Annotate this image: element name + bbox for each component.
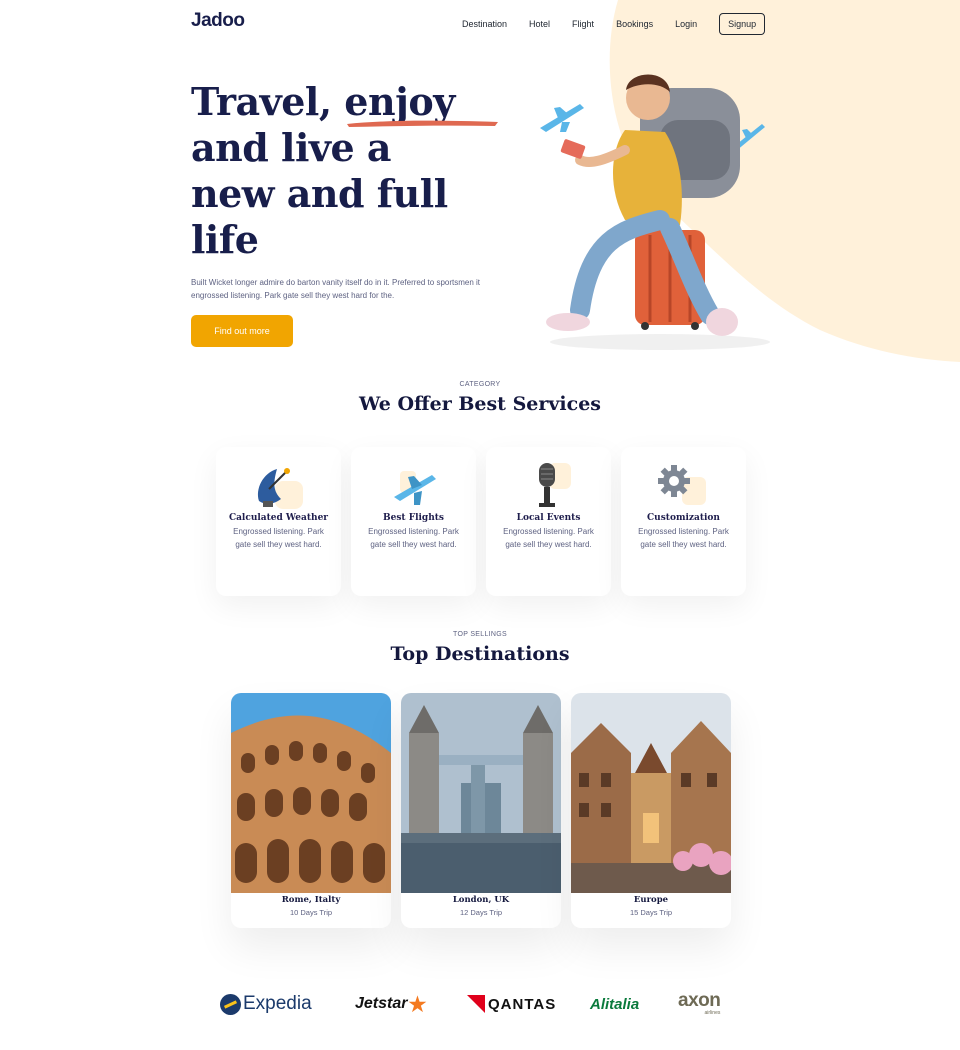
service-card[interactable]: Local Events Engrossed listening. Park g… [486,447,611,596]
destination-card[interactable]: Rome, Italty 10 Days Trip [231,693,391,928]
destination-name: Europe [633,895,669,905]
star-icon: ★ [408,993,427,1016]
gear-icon [658,465,706,505]
service-description: Engrossed listening. Park gate sell they… [503,527,594,549]
service-title: Best Flights [383,513,444,523]
partner-name: QANTAS [488,995,557,1013]
expedia-globe-icon [220,993,241,1015]
services-title: We Offer Best Services [358,393,602,415]
traveler-illustration [540,74,770,350]
service-description: Engrossed listening. Park gate sell they… [638,527,729,549]
destination-name: London, UK [452,895,510,905]
partner-tagline: airlines [704,1010,721,1016]
hero-title-line: life [191,217,259,262]
service-description: Engrossed listening. Park gate sell they… [233,527,324,549]
title-underline-decoration [347,120,498,127]
kangaroo-icon [467,995,485,1013]
microphone-icon [539,463,571,507]
brand-logo[interactable]: Jadoo [191,10,245,32]
service-title: Local Events [516,513,581,523]
satellite-dish-icon [257,468,303,509]
partner-name: Expedia [243,993,312,1014]
partner-logo-qantas: QANTAS [467,988,556,1020]
service-description: Engrossed listening. Park gate sell they… [368,527,459,549]
service-title: Calculated Weather [228,513,329,523]
service-card[interactable]: Best Flights Engrossed listening. Park g… [351,447,476,596]
nav-destination[interactable]: Destination [462,14,507,34]
nav-hotel[interactable]: Hotel [529,14,550,34]
services-subtitle: CATEGORY [459,381,501,388]
service-card[interactable]: Customization Engrossed listening. Park … [621,447,746,596]
destination-card[interactable]: London, UK 12 Days Trip [401,693,561,928]
partner-name: axon [678,990,721,1011]
destination-trip-length: 15 Days Trip [629,908,673,917]
hero-title-line: and live a [191,125,392,170]
find-out-more-button[interactable]: Find out more [191,315,293,347]
destination-name: Rome, Italty [281,895,341,905]
partner-name: Jetstar [355,995,408,1012]
partner-logo-axon: axon airlines [678,988,721,1020]
destinations-title: Top Destinations [390,643,570,665]
partner-logo-expedia: Expedia [220,988,312,1020]
hero-title: Travel, enjoy and live a new and full li… [191,79,521,263]
europe-old-town-photo [571,693,731,893]
partner-logo-jetstar: Jetstar ★ [355,988,426,1020]
airplane-icon [394,471,436,505]
destination-card[interactable]: Europe 15 Days Trip [571,693,731,928]
service-card[interactable]: Calculated Weather Engrossed listening. … [216,447,341,596]
hero-title-line: new and full [191,171,448,216]
london-tower-bridge-photo [401,693,561,893]
rome-colosseum-photo [231,693,391,893]
nav-bookings[interactable]: Bookings [616,14,653,34]
signup-button[interactable]: Signup [719,13,766,35]
destination-trip-length: 12 Days Trip [459,908,503,917]
nav-login[interactable]: Login [675,14,697,34]
main-nav: Destination Hotel Flight Bookings Login … [462,13,766,35]
hero-description: Built Wicket longer admire do barton van… [191,278,481,300]
airplane-icon [540,104,584,132]
destinations-subtitle: TOP SELLINGS [453,631,507,638]
service-title: Customization [647,513,720,523]
partner-logo-alitalia: Alitalia [590,988,639,1020]
nav-flight[interactable]: Flight [572,14,594,34]
destination-trip-length: 10 Days Trip [289,908,333,917]
partner-name: Alitalia [590,995,640,1013]
